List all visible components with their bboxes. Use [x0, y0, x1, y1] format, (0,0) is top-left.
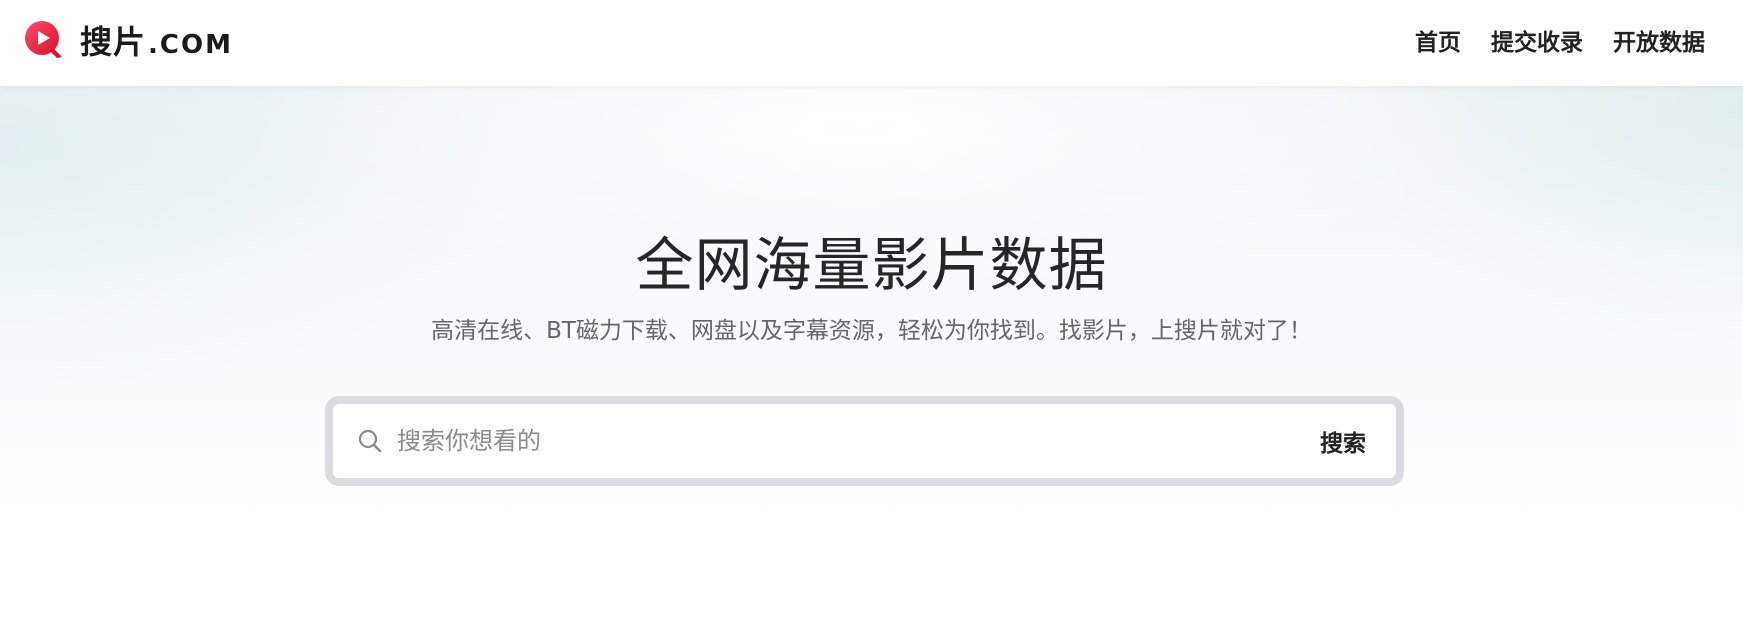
hero-section: 全网海量影片数据 高清在线、BT磁力下载、网盘以及字幕资源，轻松为你找到。找影片…	[0, 86, 1743, 619]
top-nav: 首页 提交收录 开放数据	[1415, 0, 1705, 80]
logo-text-cn: 搜片	[80, 23, 147, 61]
play-circle-logo-icon	[25, 21, 62, 58]
search-input[interactable]	[397, 411, 1316, 471]
logo-text: 搜片 .COM	[80, 17, 233, 63]
nav-item-home[interactable]: 首页	[1415, 23, 1461, 57]
search-button[interactable]: 搜索	[1316, 418, 1370, 464]
nav-item-submit[interactable]: 提交收录	[1491, 23, 1583, 57]
page: 搜片 .COM 首页 提交收录 开放数据 全网海量影片数据 高清在线、BT磁力下…	[0, 0, 1743, 619]
site-logo[interactable]: 搜片 .COM	[24, 18, 233, 62]
search-icon	[358, 429, 382, 453]
nav-item-open-data[interactable]: 开放数据	[1613, 23, 1705, 57]
hero-title: 全网海量影片数据	[635, 231, 1108, 299]
logo-text-domain: .COM	[148, 30, 233, 60]
site-header: 搜片 .COM 首页 提交收录 开放数据	[0, 0, 1743, 86]
search-box: 搜索	[325, 396, 1404, 486]
hero-subtitle: 高清在线、BT磁力下载、网盘以及字幕资源，轻松为你找到。找影片，上搜片就对了！	[431, 318, 1312, 344]
